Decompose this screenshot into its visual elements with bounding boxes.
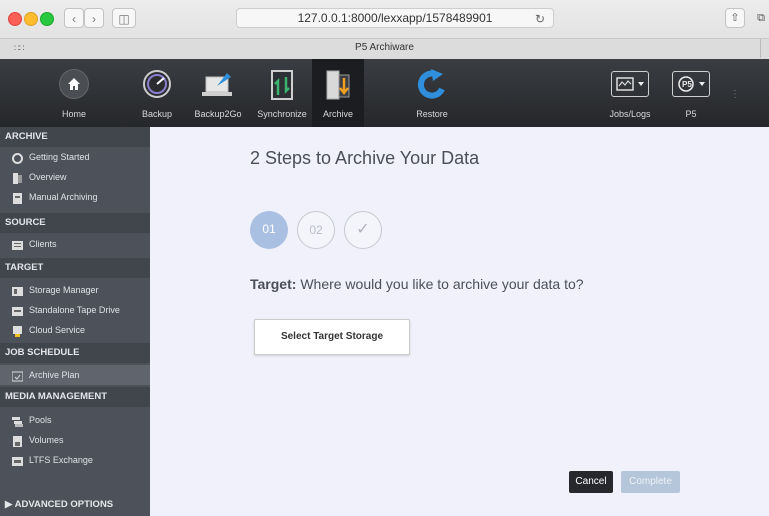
sidebar-item-clients[interactable]: Clients xyxy=(0,234,150,254)
cancel-button[interactable]: Cancel xyxy=(569,471,613,493)
more-options-icon[interactable]: ⋮ xyxy=(730,89,740,100)
sidebar-section-job-schedule: JOB SCHEDULE xyxy=(0,343,150,363)
toolbar-synchronize[interactable]: Synchronize xyxy=(254,59,310,127)
step-indicator-done: ✓ xyxy=(344,211,382,249)
toolbar-backup2go[interactable]: Backup2Go xyxy=(190,59,246,127)
sidebar-advanced-options[interactable]: ▶ ADVANCED OPTIONS xyxy=(5,499,113,510)
toolbar-backup-label: Backup xyxy=(141,109,173,119)
complete-button[interactable]: Complete xyxy=(621,471,680,493)
show-tabs-button[interactable]: ⧉ xyxy=(751,8,769,28)
overview-icon xyxy=(12,171,23,184)
sidebar-section-target: TARGET xyxy=(0,258,150,278)
sidebar: ARCHIVE Getting Started Overview Manual … xyxy=(0,127,150,516)
archive-icon xyxy=(325,69,351,103)
sidebar-item-cloud-service[interactable]: Cloud Service xyxy=(0,320,150,340)
sidebar-toggle-button[interactable]: ◫ xyxy=(112,8,136,28)
restore-arrow-icon xyxy=(417,69,447,101)
step-indicator-1: 01 xyxy=(250,211,288,249)
new-tab-button[interactable] xyxy=(760,39,769,58)
target-question-text: Where would you like to archive your dat… xyxy=(300,276,584,292)
close-window-button[interactable] xyxy=(8,12,22,26)
p5-logo-icon: P5 xyxy=(672,71,710,97)
minimize-window-button[interactable] xyxy=(24,12,38,26)
tape-drive-icon xyxy=(12,304,23,316)
target-question-label: Target: xyxy=(250,276,297,292)
tab-title[interactable]: P5 Archiware xyxy=(0,42,769,53)
address-bar[interactable]: 127.0.0.1:8000/lexxapp/1578489901 ↻ xyxy=(236,8,554,28)
sidebar-item-label: Standalone Tape Drive xyxy=(29,305,120,315)
toolbar-p5[interactable]: P5 P5 xyxy=(668,59,714,127)
toolbar-restore-label: Restore xyxy=(416,109,448,119)
select-target-storage-button[interactable]: Select Target Storage xyxy=(254,319,410,355)
toolbar-archive-label: Archive xyxy=(322,109,353,119)
sidebar-section-source: SOURCE xyxy=(0,213,150,233)
sidebar-item-label: Archive Plan xyxy=(29,370,80,380)
sidebar-item-label: Volumes xyxy=(29,435,64,445)
ltfs-exchange-icon xyxy=(12,454,23,466)
sidebar-item-label: Overview xyxy=(29,172,67,182)
toolbar-restore[interactable]: Restore xyxy=(410,59,454,127)
sidebar-item-label: Storage Manager xyxy=(29,285,99,295)
pools-icon xyxy=(12,414,23,427)
toolbar-archive[interactable]: Archive xyxy=(312,59,364,127)
main-content: 2 Steps to Archive Your Data 01 02 ✓ Tar… xyxy=(150,127,769,516)
sidebar-item-standalone-tape-drive[interactable]: Standalone Tape Drive xyxy=(0,300,150,320)
target-question: Target: Where would you like to archive … xyxy=(250,276,584,292)
svg-text:P5: P5 xyxy=(682,80,692,89)
sidebar-section-media-management: MEDIA MANAGEMENT xyxy=(0,387,150,407)
volumes-icon xyxy=(12,434,23,447)
backup2go-laptop-icon xyxy=(201,69,235,101)
triangle-right-icon: ▶ xyxy=(5,499,13,510)
manual-archiving-icon xyxy=(12,191,23,204)
sidebar-item-label: Manual Archiving xyxy=(29,192,98,202)
toolbar-backup[interactable]: Backup xyxy=(134,59,180,127)
back-button[interactable]: ‹ xyxy=(64,8,84,28)
backup-gauge-icon xyxy=(142,69,172,101)
toolbar-backup2go-label: Backup2Go xyxy=(194,109,242,119)
sidebar-item-ltfs-exchange[interactable]: LTFS Exchange xyxy=(0,450,150,470)
sidebar-item-label: Clients xyxy=(29,239,57,249)
toolbar-home[interactable]: Home xyxy=(52,59,96,127)
sidebar-item-label: Pools xyxy=(29,415,52,425)
cloud-service-icon xyxy=(12,324,23,337)
sidebar-item-storage-manager[interactable]: Storage Manager xyxy=(0,280,150,300)
toolbar-jobs-logs[interactable]: Jobs/Logs xyxy=(605,59,655,127)
zoom-window-button[interactable] xyxy=(40,12,54,26)
reload-icon[interactable]: ↻ xyxy=(535,10,545,28)
sidebar-item-getting-started[interactable]: Getting Started xyxy=(0,147,150,167)
sidebar-item-volumes[interactable]: Volumes xyxy=(0,430,150,450)
share-icon: ⇧ xyxy=(730,12,740,24)
jobs-logs-icon xyxy=(611,71,649,97)
browser-chrome: ‹ › ◫ 127.0.0.1:8000/lexxapp/1578489901 … xyxy=(0,0,769,59)
page-title: 2 Steps to Archive Your Data xyxy=(250,148,480,168)
sidebar-item-archive-plan[interactable]: Archive Plan xyxy=(0,365,150,385)
forward-button[interactable]: › xyxy=(84,8,104,28)
toolbar-p5-label: P5 xyxy=(685,109,697,119)
share-button[interactable]: ⇧ xyxy=(725,8,745,28)
clients-icon xyxy=(12,238,23,250)
sidebar-item-overview[interactable]: Overview xyxy=(0,167,150,187)
step-indicator-2: 02 xyxy=(297,211,335,249)
sidebar-item-label: Getting Started xyxy=(29,152,90,162)
toolbar-jobs-logs-label: Jobs/Logs xyxy=(609,109,651,119)
toolbar-synchronize-label: Synchronize xyxy=(257,109,307,119)
lifebuoy-icon xyxy=(12,151,23,164)
home-icon xyxy=(59,69,89,99)
sidebar-item-pools[interactable]: Pools xyxy=(0,410,150,430)
archive-plan-icon xyxy=(11,369,24,382)
sidebar-section-archive: ARCHIVE xyxy=(0,127,150,147)
advanced-options-label: ADVANCED OPTIONS xyxy=(14,499,114,510)
tab-bar: ∷∷ P5 Archiware xyxy=(0,38,769,59)
toolbar-home-label: Home xyxy=(61,109,86,119)
url-text: 127.0.0.1:8000/lexxapp/1578489901 xyxy=(297,11,493,25)
synchronize-icon xyxy=(269,69,295,103)
tabs-icon: ⧉ xyxy=(757,12,765,24)
sidebar-toggle-icon: ◫ xyxy=(118,12,130,26)
app-toolbar: Home Backup Backup2Go Synchronize Archiv… xyxy=(0,59,769,127)
sidebar-item-label: LTFS Exchange xyxy=(29,455,93,465)
sidebar-item-label: Cloud Service xyxy=(29,325,86,335)
storage-manager-icon xyxy=(12,284,23,296)
sidebar-item-manual-archiving[interactable]: Manual Archiving xyxy=(0,187,150,207)
